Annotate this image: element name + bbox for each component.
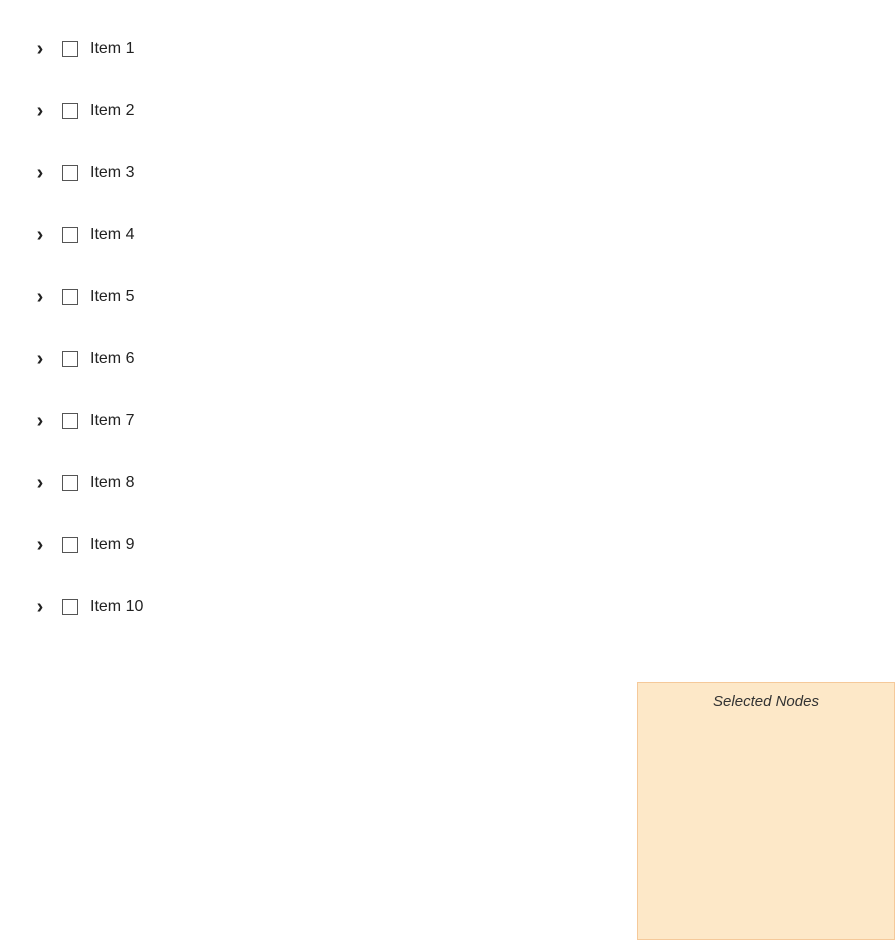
item-label: Item 2 [90,102,134,120]
chevron-right-icon[interactable] [30,535,50,555]
chevron-right-icon[interactable] [30,163,50,183]
selected-nodes-title: Selected Nodes [638,683,894,718]
tree-list: Item 1 Item 2 Item 3 Item 4 Item 5 Item 6 Item… [0,0,895,638]
item-label: Item 7 [90,412,134,430]
chevron-right-icon[interactable] [30,473,50,493]
chevron-right-icon[interactable] [30,287,50,307]
tree-item: Item 5 [30,266,895,328]
item-checkbox[interactable] [62,289,78,305]
item-label: Item 8 [90,474,134,492]
tree-item: Item 6 [30,328,895,390]
item-label: Item 9 [90,536,134,554]
chevron-right-icon[interactable] [30,101,50,121]
chevron-right-icon[interactable] [30,225,50,245]
tree-item: Item 3 [30,142,895,204]
tree-item: Item 9 [30,514,895,576]
item-checkbox[interactable] [62,165,78,181]
tree-item: Item 2 [30,80,895,142]
item-label: Item 4 [90,226,134,244]
tree-item: Item 7 [30,390,895,452]
chevron-right-icon[interactable] [30,349,50,369]
item-checkbox[interactable] [62,475,78,491]
chevron-right-icon[interactable] [30,411,50,431]
item-checkbox[interactable] [62,103,78,119]
item-label: Item 10 [90,598,143,616]
item-checkbox[interactable] [62,41,78,57]
tree-item: Item 4 [30,204,895,266]
item-label: Item 1 [90,40,134,58]
item-label: Item 3 [90,164,134,182]
chevron-right-icon[interactable] [30,597,50,617]
item-checkbox[interactable] [62,351,78,367]
item-checkbox[interactable] [62,227,78,243]
tree-item: Item 8 [30,452,895,514]
tree-item: Item 1 [30,18,895,80]
selected-nodes-panel: Selected Nodes [637,682,895,940]
item-label: Item 5 [90,288,134,306]
tree-item: Item 10 [30,576,895,638]
item-checkbox[interactable] [62,599,78,615]
item-label: Item 6 [90,350,134,368]
item-checkbox[interactable] [62,537,78,553]
item-checkbox[interactable] [62,413,78,429]
chevron-right-icon[interactable] [30,39,50,59]
